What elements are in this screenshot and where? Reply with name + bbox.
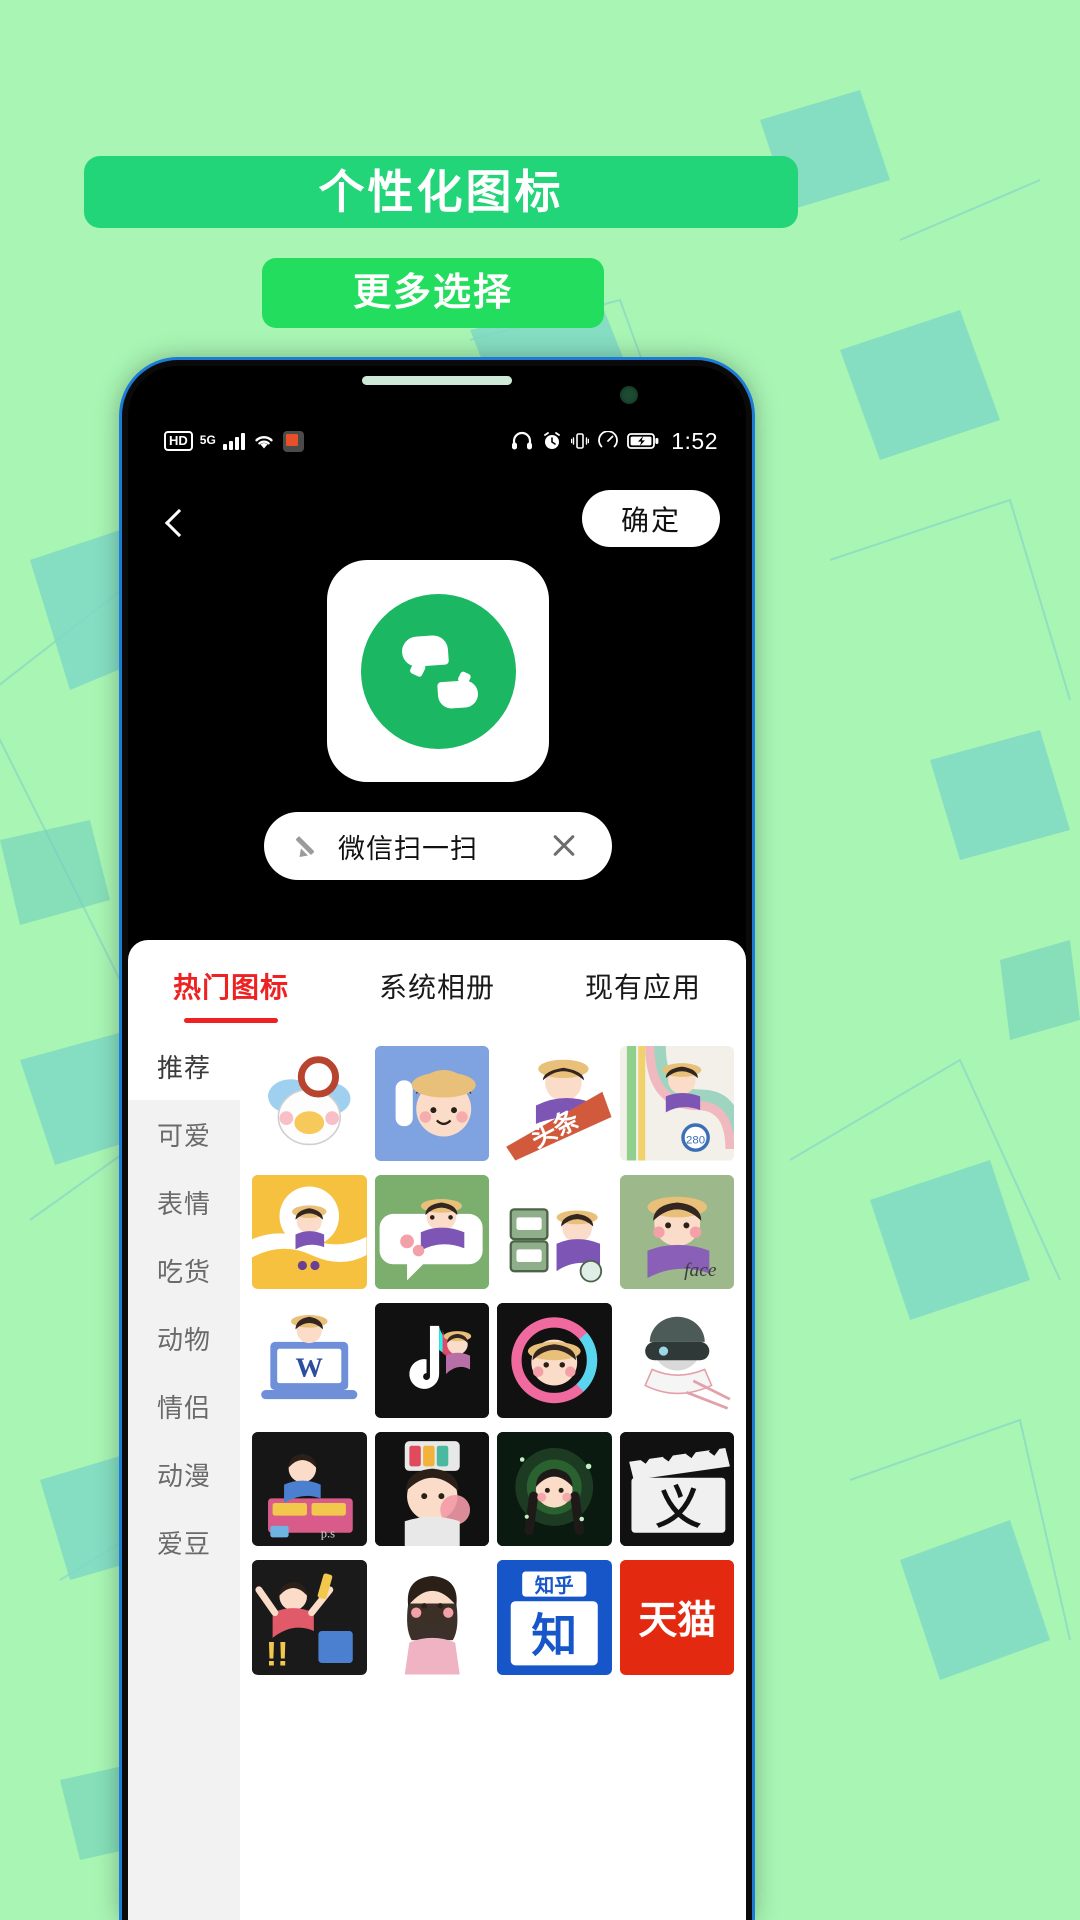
tab-system-album[interactable]: 系统相册	[334, 966, 540, 1006]
wifi-icon	[255, 436, 273, 449]
girl-camera-icon[interactable]	[374, 1431, 489, 1546]
phone-mockup: HD 5G 1:52 确定 微信扫一扫 热门图标 系统相册 现有应用 推荐 可爱…	[122, 360, 752, 1920]
blue-sign-icon[interactable]: 知乎 知	[497, 1560, 612, 1675]
girl-phone-blue-icon[interactable]	[374, 1046, 489, 1161]
alarm-clock-icon	[544, 432, 561, 449]
girl-desk-dark-icon[interactable]: p.s	[252, 1431, 367, 1546]
data-saver-icon	[598, 431, 619, 448]
status-bar-clock: 1:52	[671, 427, 718, 454]
category-idol[interactable]: 爱豆	[128, 1508, 240, 1576]
category-recommend[interactable]: 推荐	[128, 1032, 240, 1100]
wechat-scan-icon	[360, 593, 516, 749]
promo-title-banner: 个性化图标	[84, 156, 798, 228]
icon-name-value[interactable]: 微信扫一扫	[338, 827, 550, 866]
svg-text:义: 义	[655, 1482, 701, 1533]
tab-installed-apps[interactable]: 现有应用	[540, 966, 746, 1006]
status-bar-right: 1:52	[511, 428, 718, 455]
app-nav-bar: 确定	[128, 478, 746, 570]
phone-screen: HD 5G 1:52 确定 微信扫一扫 热门图标 系统相册 现有应用 推荐 可爱…	[128, 366, 746, 1920]
svg-text:天猫: 天猫	[638, 1599, 716, 1642]
girl-pink-phone-icon[interactable]	[374, 1560, 489, 1675]
toutiao-banner-icon[interactable]: 头条	[497, 1046, 612, 1161]
girl-pink-ring-icon[interactable]	[497, 1303, 612, 1418]
svg-text:知乎: 知乎	[535, 1574, 574, 1597]
category-foodie[interactable]: 吃货	[128, 1236, 240, 1304]
map-road-icon[interactable]: 280	[619, 1046, 734, 1161]
confirm-button[interactable]: 确定	[582, 490, 720, 547]
icon-preview-card[interactable]	[327, 560, 549, 782]
wechat-bubble-bottom	[437, 679, 479, 710]
wechat-scan-glyph	[396, 634, 480, 710]
girl-vending-icon[interactable]	[497, 1174, 612, 1289]
headphones-icon	[512, 431, 533, 450]
battery-charging-icon	[627, 433, 659, 449]
girl-racoon-icon[interactable]: face	[619, 1174, 734, 1289]
earpiece-speaker	[362, 376, 512, 385]
clapboard-icon[interactable]: 义	[619, 1431, 734, 1546]
svg-text:知: 知	[531, 1611, 577, 1662]
picker-tabs: 热门图标 系统相册 现有应用	[128, 940, 746, 1032]
girl-bubble-green-icon[interactable]	[374, 1174, 489, 1289]
icon-name-field[interactable]: 微信扫一扫	[264, 812, 612, 880]
vibrate-icon	[571, 433, 590, 449]
category-cute[interactable]: 可爱	[128, 1100, 240, 1168]
vr-helmet-icon[interactable]	[619, 1303, 734, 1418]
girl-celebrate-icon[interactable]: !!	[252, 1560, 367, 1675]
promo-subtitle-button[interactable]: 更多选择	[262, 258, 604, 328]
status-bar: HD 5G 1:52	[128, 418, 746, 464]
icon-grid: 头条 280 face W p.s 义 !! 知乎 知 天猫	[240, 1046, 746, 1675]
icon-grid-scroll[interactable]: 头条 280 face W p.s 义 !! 知乎 知 天猫	[240, 1032, 746, 1920]
tab-hot-icons[interactable]: 热门图标	[128, 966, 334, 1006]
pencil-icon	[296, 833, 322, 859]
icon-picker-sheet: 热门图标 系统相册 现有应用 推荐 可爱 表情 吃货 动物 情侣 动漫 爱豆 头…	[128, 940, 746, 1920]
front-camera	[620, 386, 638, 404]
close-icon[interactable]	[550, 832, 578, 860]
tmall-icon[interactable]: 天猫	[619, 1560, 734, 1675]
category-anime[interactable]: 动漫	[128, 1440, 240, 1508]
laptop-word-icon[interactable]: W	[252, 1303, 367, 1418]
back-button[interactable]	[156, 500, 202, 546]
picker-body: 推荐 可爱 表情 吃货 动物 情侣 动漫 爱豆 头条 280 face W p.…	[128, 1032, 746, 1920]
wechat-bubble-top	[401, 634, 449, 668]
duck-hat-icon[interactable]	[252, 1046, 367, 1161]
status-bar-left: HD 5G	[164, 430, 304, 452]
signal-bars-icon	[222, 432, 245, 450]
svg-text:280: 280	[686, 1134, 705, 1146]
promo-title-text: 个性化图标	[318, 166, 564, 218]
hd-badge-icon: HD	[164, 431, 193, 451]
category-animal[interactable]: 动物	[128, 1304, 240, 1372]
promo-subtitle-text: 更多选择	[352, 272, 513, 314]
tiktok-note-icon[interactable]	[374, 1303, 489, 1418]
svg-text:face: face	[684, 1259, 717, 1280]
girl-sun-yellow-icon[interactable]	[252, 1174, 367, 1289]
category-emoji[interactable]: 表情	[128, 1168, 240, 1236]
svg-text:W: W	[296, 1352, 324, 1382]
category-couple[interactable]: 情侣	[128, 1372, 240, 1440]
app-notification-icon	[282, 430, 304, 452]
girl-glow-green-icon[interactable]	[497, 1431, 612, 1546]
category-rail[interactable]: 推荐 可爱 表情 吃货 动物 情侣 动漫 爱豆	[128, 1032, 240, 1920]
5g-label-icon: 5G	[199, 432, 216, 447]
svg-text:!!: !!	[266, 1635, 289, 1673]
svg-text:p.s: p.s	[321, 1526, 335, 1540]
